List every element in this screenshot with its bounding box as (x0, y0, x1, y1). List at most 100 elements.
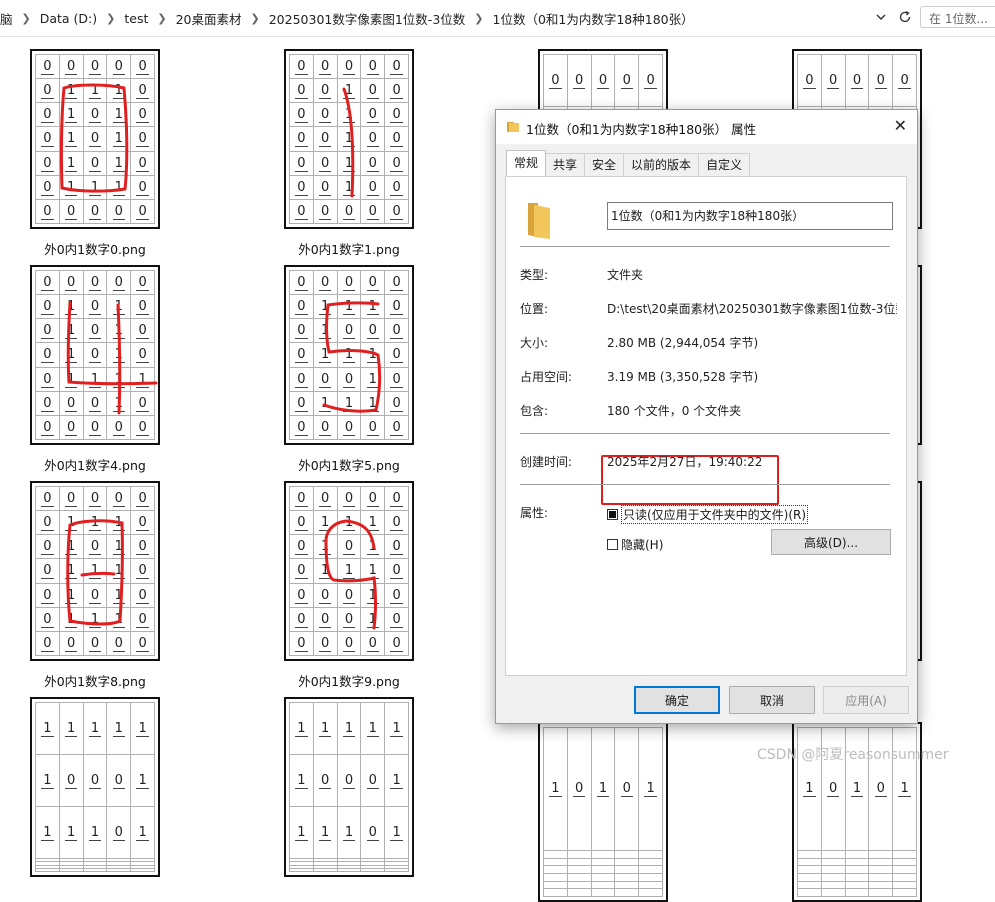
grid-cell: 0 (566, 54, 592, 107)
thumbnail-digit-4[interactable]: 00000010100101001010011110001000000 (30, 265, 160, 445)
grid-cell-value: 1 (295, 825, 308, 841)
grid-cell-value: 1 (112, 563, 125, 580)
readonly-label: 只读(仅应用于文件夹中的文件)(R) (621, 505, 809, 524)
grid-cell-value: 0 (41, 131, 54, 148)
grid-cell-value: 0 (136, 419, 149, 436)
chevron-right-icon[interactable]: ❯ (471, 12, 486, 25)
tab-sharing[interactable]: 共享 (545, 153, 586, 176)
thumbnail-digit-1[interactable]: 00000001000010000100001000010000000 (284, 49, 414, 229)
chevron-right-icon[interactable]: ❯ (19, 12, 34, 25)
grid-row (35, 867, 155, 873)
location-value: D:\test\20桌面素材\20250301数字像素图1位数-3位数 (607, 302, 897, 316)
grid-cell: 1 (336, 806, 362, 859)
chevron-right-icon[interactable]: ❯ (103, 12, 118, 25)
grid-cell-value: 1 (366, 721, 379, 737)
thumbnail-digit-0[interactable]: 00000011100101001010010100111000000 (30, 49, 160, 229)
grid-cell (797, 849, 822, 859)
folder-name-input[interactable]: 1位数（0和1为内数字18种180张） (607, 202, 893, 230)
grid-cell-value: 0 (390, 371, 403, 388)
grid-cell-value: 1 (88, 371, 102, 388)
grid-cell-value: 1 (342, 107, 356, 124)
grid-cell-value: 1 (65, 155, 78, 172)
chevron-down-icon[interactable] (872, 7, 890, 27)
tab-general[interactable]: 常规 (506, 150, 547, 176)
grid-cell: 1 (289, 702, 314, 755)
refresh-icon[interactable] (896, 7, 914, 27)
crumb-test[interactable]: test (118, 11, 154, 26)
address-bar: 脑 ❯ Data (D:) ❯ test ❯ 20桌面素材 ❯ 20250301… (0, 0, 995, 37)
checkbox-icon[interactable] (607, 539, 618, 550)
grid-cell: 1 (58, 102, 84, 128)
grid-cell-value: 0 (295, 563, 308, 580)
search-input[interactable]: 在 1位数... (920, 6, 995, 28)
grid-row: 00000 (35, 414, 155, 441)
grid-cell: 0 (289, 269, 314, 296)
checkbox-indeterminate-icon[interactable] (607, 509, 618, 520)
file-name[interactable]: 外0内1数字9.png (269, 671, 429, 690)
grid-cell: 0 (312, 754, 338, 807)
hidden-checkbox[interactable]: 隐藏(H) (607, 536, 663, 553)
grid-row: 01110 (35, 174, 155, 200)
grid-cell (360, 867, 386, 873)
file-name[interactable]: 外0内1数字1.png (269, 239, 429, 258)
chevron-right-icon[interactable]: ❯ (154, 12, 169, 25)
tab-previous-versions[interactable]: 以前的版本 (623, 153, 700, 176)
grid-cell (106, 867, 132, 873)
file-name[interactable]: 外0内1数字0.png (15, 239, 175, 258)
grid-cell (614, 880, 640, 890)
grid-cell (336, 867, 362, 873)
thumbnail-digit-9[interactable]: 00000011100101001110000100001000000 (284, 481, 414, 661)
grid-cell: 0 (384, 414, 409, 441)
grid-cell: 0 (797, 54, 822, 107)
grid-cell-value: 0 (41, 203, 54, 220)
thumbnail-digit-8[interactable]: 00000011100101001110010100111000000 (30, 481, 160, 661)
grid-cell: 0 (35, 318, 60, 344)
grid-cell-value: 0 (41, 83, 54, 100)
grid-cell: 1 (82, 78, 108, 104)
type-label: 类型: (520, 268, 549, 282)
cancel-button[interactable]: 取消 (729, 686, 815, 714)
grid-cell-value: 1 (366, 515, 379, 532)
tab-security[interactable]: 安全 (584, 153, 625, 176)
file-name[interactable]: 外0内1数字5.png (269, 455, 429, 474)
thumbnail-digit-5[interactable]: 00000011100100001110000100111000000 (284, 265, 414, 445)
crumb-pixel-folder[interactable]: 20250301数字像素图1位数-3位数 (263, 9, 472, 28)
apply-button[interactable]: 应用(A) (823, 686, 909, 714)
chevron-right-icon[interactable]: ❯ (248, 12, 263, 25)
grid-row (543, 888, 663, 897)
grid-cell-value: 1 (803, 781, 816, 798)
grid-cell (590, 872, 616, 882)
crumb-desktop-assets[interactable]: 20桌面素材 (170, 9, 248, 28)
grid-cell-value: 1 (65, 515, 78, 532)
crumb-current[interactable]: 1位数（0和1为内数字18种180张） (487, 9, 700, 28)
grid-cell-value: 0 (342, 371, 356, 388)
readonly-checkbox[interactable]: 只读(仅应用于文件夹中的文件)(R) (607, 505, 809, 524)
grid-cell-value: 0 (295, 347, 308, 364)
grid-cell-value: 0 (136, 299, 149, 316)
close-icon[interactable]: ✕ (894, 116, 907, 135)
thumbnail-inverse-1[interactable]: 111111000111101 (284, 697, 414, 877)
grid-cell-value: 0 (41, 179, 54, 196)
dialog-titlebar[interactable]: 1位数（0和1为内数字18种180张） 属性 ✕ (496, 110, 917, 144)
grid-cell: 1 (590, 727, 616, 851)
grid-cell: 0 (106, 53, 132, 80)
crumb-root[interactable]: 脑 (0, 9, 19, 28)
crumb-drive[interactable]: Data (D:) (34, 11, 103, 26)
grid-cell-value: 0 (136, 539, 149, 556)
file-name[interactable]: 外0内1数字8.png (15, 671, 175, 690)
grid-cell: 1 (360, 606, 386, 632)
file-name[interactable]: 外0内1数字4.png (15, 455, 175, 474)
thumbnail-inverse-2[interactable]: 10101 (538, 722, 668, 902)
thumbnail-inverse-0[interactable]: 111111000111101 (30, 697, 160, 877)
advanced-button[interactable]: 高级(D)... (771, 529, 891, 555)
grid-cell: 0 (106, 414, 132, 441)
ok-button[interactable]: 确定 (634, 686, 720, 714)
grid-cell: 0 (130, 102, 155, 128)
grid-cell-value: 0 (295, 203, 308, 220)
tab-customize[interactable]: 自定义 (698, 153, 751, 176)
tab-bar: 常规 共享 安全 以前的版本 自定义 (506, 150, 751, 177)
grid-cell-value: 1 (390, 721, 403, 737)
grid-cell-value: 0 (136, 347, 149, 364)
grid-cell-value: 0 (136, 203, 149, 220)
grid-cell-value: 0 (65, 203, 78, 220)
